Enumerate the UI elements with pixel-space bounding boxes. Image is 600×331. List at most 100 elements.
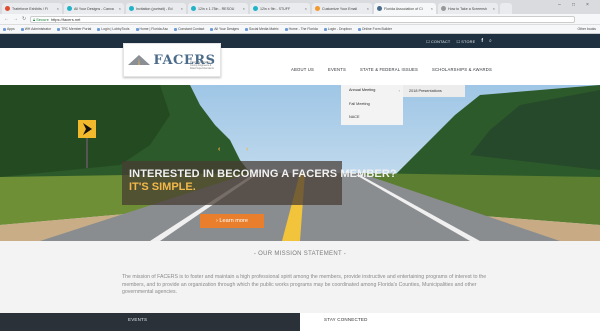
browser-tab-active[interactable]: Florida Association of Ci × xyxy=(374,3,436,14)
close-tab-icon[interactable]: × xyxy=(431,6,433,11)
browser-tab[interactable]: 12in x 9in - STUFF × xyxy=(250,3,310,14)
nav-events[interactable]: EVENTS xyxy=(328,67,346,72)
bookmark-item[interactable]: Home | Florida Asc xyxy=(135,27,168,31)
bookmark-icon xyxy=(20,27,24,31)
close-tab-icon[interactable]: × xyxy=(367,6,369,11)
search-icon[interactable]: ⌕ xyxy=(489,38,492,44)
close-tab-icon[interactable]: × xyxy=(243,6,245,11)
slide-next-icon[interactable]: › xyxy=(246,146,248,153)
browser-tab[interactable]: Customize Your Email × xyxy=(312,3,372,14)
tab-label: Trafeforce Exhibits / Fi xyxy=(12,6,48,11)
bookmark-item[interactable]: TRC Member Portal xyxy=(57,27,91,31)
bookmark-item[interactable]: Online Form Builder xyxy=(357,27,392,31)
bookmark-item[interactable]: Social Media Matrix xyxy=(245,27,279,31)
new-tab-button[interactable] xyxy=(500,3,512,14)
tab-label: 12in x 9in - STUFF xyxy=(260,6,291,11)
site-top-bar: ☐ CONTACT ☐ STORE f ⌕ xyxy=(0,34,600,48)
browser-tab[interactable]: Invitation (portrait) - Ed × xyxy=(126,3,186,14)
forward-icon[interactable]: → xyxy=(13,16,18,22)
tab-label: Customize Your Email xyxy=(322,6,358,11)
membership-callout: INTERESTED IN BECOMING A FACERS MEMBER? … xyxy=(122,161,397,205)
browser-tab[interactable]: All Your Designs - Canva × xyxy=(64,3,124,14)
tab-favicon-icon xyxy=(5,6,10,11)
close-tab-icon[interactable]: × xyxy=(493,6,495,11)
site-logo[interactable]: FACERS Florida Association of County Eng… xyxy=(123,43,221,77)
slide-prev-icon[interactable]: ‹ xyxy=(218,146,220,153)
dropdown-submenu: 2018 Presentations xyxy=(403,85,465,97)
other-bookmarks[interactable]: Other books xyxy=(578,27,596,31)
tab-favicon-icon xyxy=(129,6,134,11)
road-logo-icon xyxy=(128,55,151,65)
bookmark-item[interactable]: Login - Dropbox xyxy=(323,27,352,31)
events-dropdown: Annual Meeting › Fall Meeting NACE 2018 … xyxy=(341,85,465,125)
bookmark-icon xyxy=(357,27,361,31)
events-heading: EVENTS xyxy=(128,317,148,322)
bookmark-item[interactable]: All Your Designs xyxy=(210,27,239,31)
close-tab-icon[interactable]: × xyxy=(57,6,59,11)
bookmark-item[interactable]: Constant Contact xyxy=(174,27,204,31)
bookmark-icon xyxy=(210,27,214,31)
mission-title: - OUR MISSION STATEMENT - xyxy=(253,251,347,257)
tab-favicon-icon xyxy=(441,6,446,11)
dropdown-item-fall-meeting[interactable]: Fall Meeting xyxy=(349,102,370,106)
bookmark-icon xyxy=(97,27,101,31)
maximize-icon[interactable]: □ xyxy=(572,2,575,8)
dropdown-item-nace[interactable]: NACE xyxy=(349,115,360,119)
close-window-icon[interactable]: × xyxy=(586,2,589,8)
contact-link[interactable]: ☐ CONTACT xyxy=(426,39,450,44)
bookmark-item[interactable]: Home - The Florida xyxy=(284,27,318,31)
bookmark-icon xyxy=(135,27,139,31)
dropdown-item-annual-meeting[interactable]: Annual Meeting xyxy=(349,88,375,92)
bookmark-icon xyxy=(284,27,288,31)
store-link[interactable]: ☐ STORE xyxy=(456,39,475,44)
secure-label: Secure xyxy=(36,17,49,22)
browser-tab[interactable]: How to Take a Screensh × xyxy=(438,3,498,14)
browser-tab-bar: Trafeforce Exhibits / Fi × All Your Desi… xyxy=(0,0,600,14)
bookmark-item[interactable]: Apps xyxy=(3,27,15,31)
learn-more-button[interactable]: › Learn more xyxy=(200,214,264,228)
close-tab-icon[interactable]: × xyxy=(181,6,183,11)
facebook-icon[interactable]: f xyxy=(481,38,483,44)
close-tab-icon[interactable]: × xyxy=(119,6,121,11)
tab-label: Invitation (portrait) - Ed xyxy=(136,6,173,11)
reload-icon[interactable]: ↻ xyxy=(22,16,26,22)
bookmarks-bar: Apps WH Administrator TRC Member Portal … xyxy=(0,25,600,34)
nav-scholarships-awards[interactable]: SCHOLARSHIPS & AWARDS xyxy=(432,67,492,72)
back-icon[interactable]: ← xyxy=(4,16,9,22)
minimize-icon[interactable]: – xyxy=(558,2,561,8)
tab-label: All Your Designs - Canva xyxy=(74,6,114,11)
logo-subtitle: Florida Association of County Engineers … xyxy=(190,61,214,70)
stay-connected-heading: STAY CONNECTED xyxy=(324,317,368,322)
dropdown-item-2018-presentations[interactable]: 2018 Presentations xyxy=(409,89,442,93)
dropdown-menu: Annual Meeting › Fall Meeting NACE xyxy=(341,85,403,125)
url-text[interactable]: https://facers.net xyxy=(51,17,81,22)
callout-subhead: IT'S SIMPLE. xyxy=(129,181,196,193)
bookmark-icon xyxy=(3,27,6,31)
tab-label: How to Take a Screensh xyxy=(448,6,487,11)
tab-favicon-icon xyxy=(67,6,72,11)
browser-tab[interactable]: Trafeforce Exhibits / Fi × xyxy=(2,3,62,14)
mission-text: The mission of FACERS is to foster and m… xyxy=(122,274,487,295)
events-panel-header: EVENTS xyxy=(0,313,300,331)
bookmark-item[interactable]: Login | LobbyTools xyxy=(97,27,130,31)
bookmark-item[interactable]: WH Administrator xyxy=(20,27,51,31)
stay-connected-panel-header: STAY CONNECTED xyxy=(300,313,600,331)
bookmark-icon xyxy=(245,27,248,31)
bookmark-icon xyxy=(323,27,327,31)
tab-favicon-icon xyxy=(253,6,258,11)
tab-favicon-icon xyxy=(191,6,196,11)
nav-about-us[interactable]: ABOUT US xyxy=(291,67,314,72)
main-nav: ABOUT US EVENTS STATE & FEDERAL ISSUES S… xyxy=(291,67,492,72)
nav-state-federal-issues[interactable]: STATE & FEDERAL ISSUES xyxy=(360,67,418,72)
tab-favicon-icon xyxy=(377,6,382,11)
browser-toolbar: ← → ↻ 🔒︎ Secure https://facers.net xyxy=(0,14,600,25)
tab-label: 12in x 1.75in - RESOU xyxy=(198,6,235,11)
bookmark-icon xyxy=(57,27,61,31)
close-tab-icon[interactable]: × xyxy=(305,6,307,11)
browser-tab[interactable]: 12in x 1.75in - RESOU × xyxy=(188,3,248,14)
tab-favicon-icon xyxy=(315,6,320,11)
mission-section: - OUR MISSION STATEMENT - The mission of… xyxy=(0,241,600,313)
submenu-arrow-icon: › xyxy=(398,88,400,93)
address-bar[interactable]: 🔒︎ Secure https://facers.net xyxy=(30,16,575,23)
bookmark-icon xyxy=(174,27,178,31)
